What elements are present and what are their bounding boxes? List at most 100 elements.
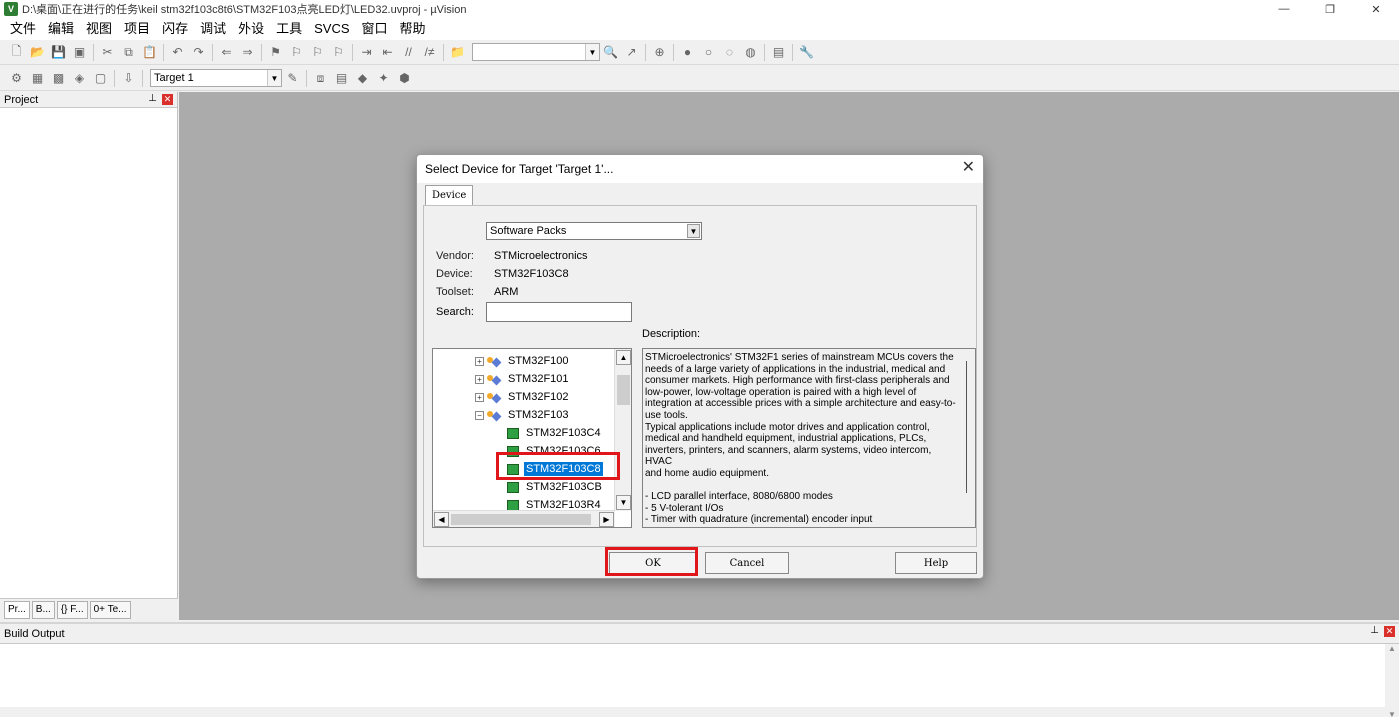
menu-project[interactable]: 项目 (118, 18, 156, 40)
scroll-up-icon[interactable]: ▲ (616, 350, 631, 365)
window-layout-icon[interactable]: ▤ (770, 44, 787, 61)
manage-books-icon[interactable]: ▤ (333, 70, 350, 87)
tree-item-stm32f103[interactable]: − STM32F103 (475, 406, 571, 424)
next-bookmark-icon[interactable]: ⚐ (309, 44, 326, 61)
close-icon[interactable]: ✕ (962, 160, 975, 176)
minimize-button[interactable]: — (1261, 0, 1307, 18)
tab-templates[interactable]: 0+ Te... (89, 600, 131, 619)
save-icon[interactable]: 💾 (50, 44, 67, 61)
tab-project[interactable]: Pr... (4, 600, 30, 619)
tab-functions[interactable]: {} F... (56, 600, 88, 619)
menu-edit[interactable]: 编辑 (42, 18, 80, 40)
manage-project-icon[interactable]: ⧈ (312, 70, 329, 87)
paste-icon[interactable]: 📋 (141, 44, 158, 61)
configure-icon[interactable]: 🔧 (798, 44, 815, 61)
debug-session-icon[interactable]: ⊕ (651, 44, 668, 61)
translate-icon[interactable]: ⚙ (8, 70, 25, 87)
toolbar-separator (93, 43, 94, 61)
breakpoint-kill-icon[interactable]: ◌ (721, 44, 738, 61)
tree-item-stm32f103c4[interactable]: STM32F103C4 (507, 424, 603, 442)
tree-item-stm32f102[interactable]: + STM32F102 (475, 388, 571, 406)
collapse-icon[interactable]: − (475, 410, 484, 420)
chevron-down-icon[interactable]: ▼ (687, 224, 700, 238)
nav-forward-icon[interactable]: ⇒ (239, 44, 256, 61)
scroll-down-icon[interactable]: ▼ (616, 495, 631, 510)
incremental-find-icon[interactable]: ↗ (623, 44, 640, 61)
build-icon[interactable]: ▦ (29, 70, 46, 87)
find-combo[interactable]: ▼ (472, 43, 600, 61)
help-button[interactable]: Help (895, 552, 977, 574)
stop-build-icon[interactable]: ▢ (92, 70, 109, 87)
close-icon[interactable]: ✕ (162, 94, 173, 105)
rebuild-icon[interactable]: ▩ (50, 70, 67, 87)
pack-installer-icon[interactable]: ⬢ (396, 70, 413, 87)
bookmark-icon[interactable]: ⚑ (267, 44, 284, 61)
clear-bookmarks-icon[interactable]: ⚐ (330, 44, 347, 61)
scroll-thumb[interactable] (451, 514, 591, 525)
menu-debug[interactable]: 调试 (194, 18, 232, 40)
close-window-button[interactable]: ✕ (1353, 0, 1399, 18)
nav-back-icon[interactable]: ⇐ (218, 44, 235, 61)
pin-icon[interactable]: ⊥ (1370, 625, 1379, 636)
menu-svcs[interactable]: SVCS (308, 18, 355, 40)
menu-tools[interactable]: 工具 (270, 18, 308, 40)
scroll-left-icon[interactable]: ◀ (434, 512, 449, 527)
prev-bookmark-icon[interactable]: ⚐ (288, 44, 305, 61)
menu-view[interactable]: 视图 (80, 18, 118, 40)
tab-device[interactable]: Device (425, 185, 474, 205)
tree-item-stm32f101[interactable]: + STM32F101 (475, 370, 571, 388)
unindent-icon[interactable]: ⇤ (379, 44, 396, 61)
build-output-scrollbar[interactable]: ▲ ▼ (1385, 644, 1399, 717)
tree-vertical-scrollbar[interactable]: ▲ ▼ (614, 349, 631, 511)
chevron-down-icon[interactable]: ▼ (585, 44, 599, 60)
menu-flash[interactable]: 闪存 (156, 18, 194, 40)
tree-horizontal-scrollbar[interactable]: ◀ ▶ (433, 510, 615, 527)
batch-build-icon[interactable]: ◈ (71, 70, 88, 87)
target-select[interactable]: Target 1 ▼ (150, 69, 282, 87)
build-output-hscrollbar[interactable] (0, 707, 1385, 717)
tree-item-stm32f100[interactable]: + STM32F100 (475, 352, 571, 370)
comment-icon[interactable]: // (400, 44, 417, 61)
find-icon[interactable]: 🔍 (602, 44, 619, 61)
menu-window[interactable]: 窗口 (356, 18, 394, 40)
download-icon[interactable]: ⇩ (120, 70, 137, 87)
scroll-up-icon[interactable]: ▲ (1388, 644, 1396, 653)
expand-icon[interactable]: + (475, 356, 484, 366)
open-file-icon[interactable]: 📂 (29, 44, 46, 61)
pin-icon[interactable]: ⊥ (148, 93, 157, 104)
build-output-title: Build Output (4, 627, 65, 640)
select-packs-icon[interactable]: ◆ (354, 70, 371, 87)
restore-button[interactable]: ❐ (1307, 0, 1353, 18)
redo-icon[interactable]: ↷ (190, 44, 207, 61)
scroll-thumb[interactable] (617, 375, 630, 405)
breakpoint-clear-icon[interactable]: ◍ (742, 44, 759, 61)
menu-peripherals[interactable]: 外设 (232, 18, 270, 40)
undo-icon[interactable]: ↶ (169, 44, 186, 61)
tree-item-stm32f103cb[interactable]: STM32F103CB (507, 478, 604, 496)
breakpoint-icon[interactable]: ● (679, 44, 696, 61)
expand-icon[interactable]: + (475, 392, 484, 402)
indent-icon[interactable]: ⇥ (358, 44, 375, 61)
uncomment-icon[interactable]: /≠ (421, 44, 438, 61)
copy-icon[interactable]: ⧉ (120, 44, 137, 61)
tab-books[interactable]: B... (31, 600, 55, 619)
manage-rte-icon[interactable]: ✦ (375, 70, 392, 87)
save-all-icon[interactable]: ▣ (71, 44, 88, 61)
find-in-files-icon[interactable]: 📁 (449, 44, 466, 61)
cut-icon[interactable]: ✂ (99, 44, 116, 61)
pack-select[interactable]: Software Packs ▼ (486, 222, 702, 240)
scroll-right-icon[interactable]: ▶ (599, 512, 614, 527)
scroll-down-icon[interactable]: ▼ (1388, 710, 1396, 717)
close-icon[interactable]: ✕ (1384, 626, 1395, 637)
new-file-icon[interactable]: 🗋 (8, 44, 25, 61)
description-scrollbar[interactable] (966, 361, 967, 493)
chevron-down-icon[interactable]: ▼ (267, 70, 281, 86)
cancel-button[interactable]: Cancel (705, 552, 789, 574)
menu-file[interactable]: 文件 (4, 18, 42, 40)
search-input[interactable] (486, 302, 632, 322)
device-tab-body: Software Packs ▼ Vendor: STMicroelectron… (423, 205, 977, 547)
expand-icon[interactable]: + (475, 374, 484, 384)
menu-help[interactable]: 帮助 (394, 18, 432, 40)
breakpoint-disable-icon[interactable]: ○ (700, 44, 717, 61)
target-options-icon[interactable]: ✎ (284, 70, 301, 87)
